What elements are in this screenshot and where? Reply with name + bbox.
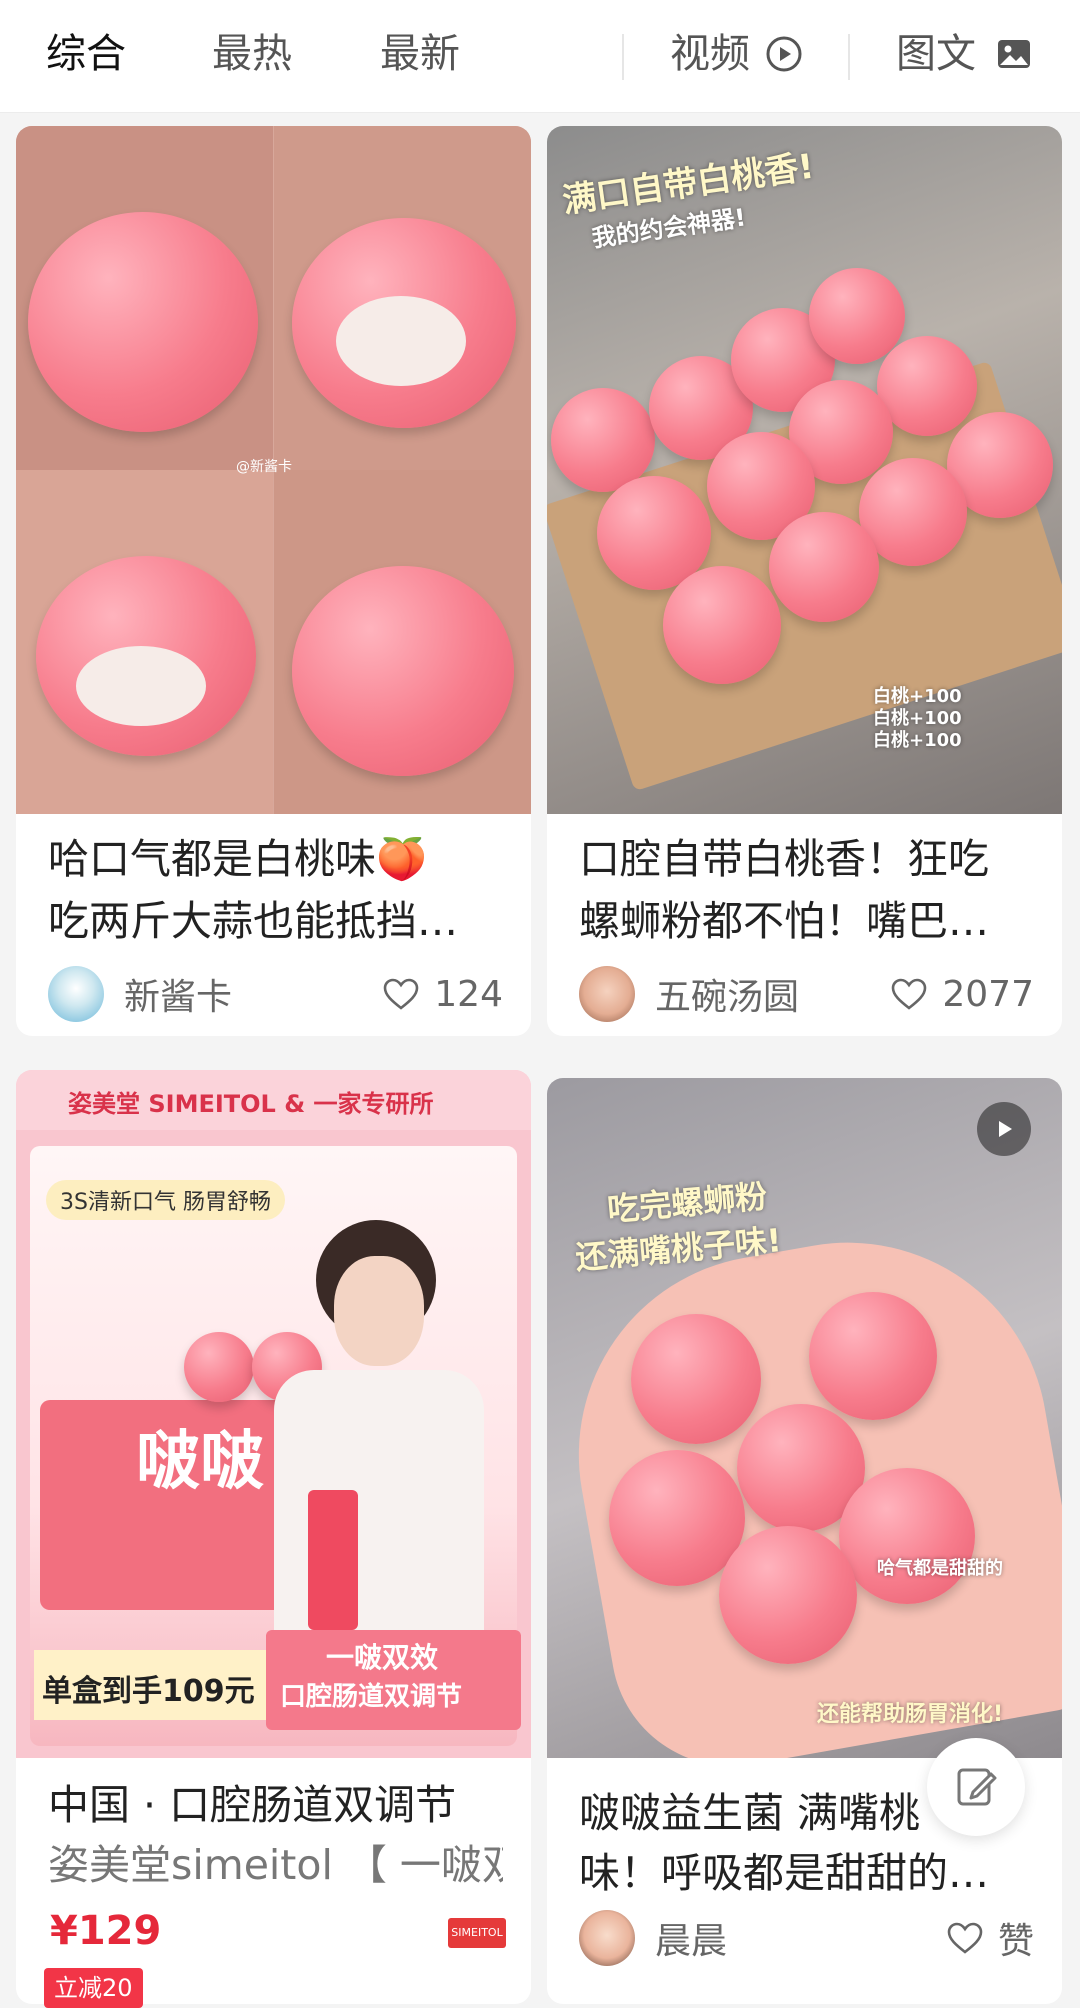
post-title-line1: 口腔自带白桃香！狂吃 <box>579 835 989 883</box>
like-count: 2077 <box>942 973 1034 1015</box>
post-meta: 五碗汤圆 2077 <box>579 964 1034 1024</box>
tab-image-text[interactable]: 图文 <box>896 26 976 82</box>
play-circle-icon[interactable] <box>764 34 804 74</box>
peach-container <box>28 212 258 432</box>
tab-video[interactable]: 视频 <box>670 26 750 82</box>
peach-product <box>184 1332 254 1402</box>
video-play-badge[interactable] <box>977 1102 1031 1156</box>
product-image[interactable]: 姿美堂 SIMEITOL & 一家专研所 3S清新口气 肠胃舒畅 啵啵 单盒到手… <box>16 1070 531 1758</box>
like-button[interactable]: 2077 <box>890 974 1034 1015</box>
image-icon[interactable] <box>994 34 1034 74</box>
heart-icon <box>383 978 419 1010</box>
play-icon <box>999 1121 1012 1137</box>
promo-effect-sub: 口腔肠道双调节 <box>280 1682 463 1712</box>
tab-newest[interactable]: 最新 <box>380 26 460 82</box>
author-name[interactable]: 晨晨 <box>655 1912 727 1964</box>
overlay-tag-text: 白桃+100 <box>873 686 962 707</box>
like-button[interactable]: 赞 <box>946 1912 1034 1964</box>
edit-icon <box>957 1768 997 1806</box>
feature-badge: 3S清新口气 肠胃舒畅 <box>46 1180 285 1220</box>
post-video-thumbnail[interactable]: 吃完螺蛳粉 还满嘴桃子味! 哈气都是甜甜的 还能帮助肠胃消化! <box>547 1078 1062 1758</box>
peach-ball <box>809 268 905 364</box>
watermark: @新酱卡 <box>236 459 292 475</box>
post-card[interactable]: 满口自带白桃香! 我的约会神器! 白桃+100 白桃+100 白桃+100 口腔… <box>547 126 1062 1036</box>
avatar[interactable] <box>48 966 104 1022</box>
edit-note-button[interactable] <box>927 1738 1025 1836</box>
peach-ball <box>839 1468 975 1604</box>
peach-container <box>292 566 514 776</box>
like-count: 124 <box>434 973 503 1015</box>
product-subtitle: 姿美堂simeitol 【 一啵双… <box>48 1841 503 1889</box>
overlay-bottom-text: 还能帮助肠胃消化! <box>817 1702 1004 1727</box>
post-meta: 新酱卡 124 <box>48 964 503 1024</box>
post-image[interactable]: 满口自带白桃香! 我的约会神器! 白桃+100 白桃+100 白桃+100 <box>547 126 1062 814</box>
product-tube <box>308 1490 358 1630</box>
powder <box>76 646 206 726</box>
tab-divider <box>622 34 624 80</box>
product-name: 啵啵 <box>136 1425 264 1499</box>
peach-ball <box>631 1314 761 1444</box>
product-title: 中国 · 口腔肠道双调节 <box>48 1781 457 1829</box>
post-card[interactable]: 吃完螺蛳粉 还满嘴桃子味! 哈气都是甜甜的 还能帮助肠胃消化! 啵啵益生菌 满嘴… <box>547 1078 1062 2004</box>
coupon-badge: 立减20 <box>44 1968 143 2008</box>
avatar[interactable] <box>579 966 635 1022</box>
post-meta: 晨晨 赞 <box>579 1908 1034 1968</box>
model-face <box>334 1256 424 1366</box>
overlay-tag-text: 白桃+100 <box>873 730 962 751</box>
peach-ball <box>809 1292 937 1420</box>
product-card[interactable]: 姿美堂 SIMEITOL & 一家专研所 3S清新口气 肠胃舒畅 啵啵 单盒到手… <box>16 1070 531 2004</box>
like-count: 赞 <box>997 1921 1034 1962</box>
peach-ball <box>663 566 781 684</box>
overlay-tag: 白桃+100 白桃+100 白桃+100 <box>873 686 963 752</box>
powder <box>336 296 466 386</box>
tab-divider <box>848 34 850 80</box>
promo-effect-title: 一啵双效 <box>326 1641 439 1674</box>
peach-ball <box>769 512 879 622</box>
brand-logo: SIMEITOL <box>448 1918 506 1948</box>
author-name[interactable]: 五碗汤圆 <box>655 968 799 1020</box>
like-button[interactable]: 124 <box>382 974 503 1015</box>
promo-price: 单盒到手109元 <box>42 1674 255 1709</box>
product-price: ¥129 <box>50 1908 162 1954</box>
tab-comprehensive[interactable]: 综合 <box>46 26 126 82</box>
peach-ball <box>719 1526 857 1664</box>
post-title-line2: 螺蛳粉都不怕！嘴巴… <box>579 897 989 945</box>
avatar[interactable] <box>579 1910 635 1966</box>
peach-ball <box>551 388 655 492</box>
brand-banner: 姿美堂 SIMEITOL & 一家专研所 <box>68 1090 434 1118</box>
overlay-tag-text: 白桃+100 <box>873 708 962 729</box>
model-body <box>274 1370 484 1670</box>
heart-icon <box>892 978 927 1010</box>
post-image[interactable]: @新酱卡 <box>16 126 531 814</box>
post-card[interactable]: @新酱卡 哈口气都是白桃味🍑 吃两斤大蒜也能抵挡… 新酱卡 124 <box>16 126 531 1036</box>
heart-icon <box>947 1922 983 1954</box>
post-title-line2: 味！呼吸都是甜甜的… <box>579 1849 989 1897</box>
author-name[interactable]: 新酱卡 <box>124 968 232 1020</box>
tab-hottest[interactable]: 最热 <box>212 26 292 82</box>
overlay-note: 哈气都是甜甜的 <box>877 1558 1003 1579</box>
top-tab-bar: 综合 最热 最新 视频 图文 <box>0 0 1080 113</box>
post-title-line1: 哈口气都是白桃味🍑 <box>48 835 428 883</box>
post-title-line2: 吃两斤大蒜也能抵挡… <box>48 897 458 945</box>
